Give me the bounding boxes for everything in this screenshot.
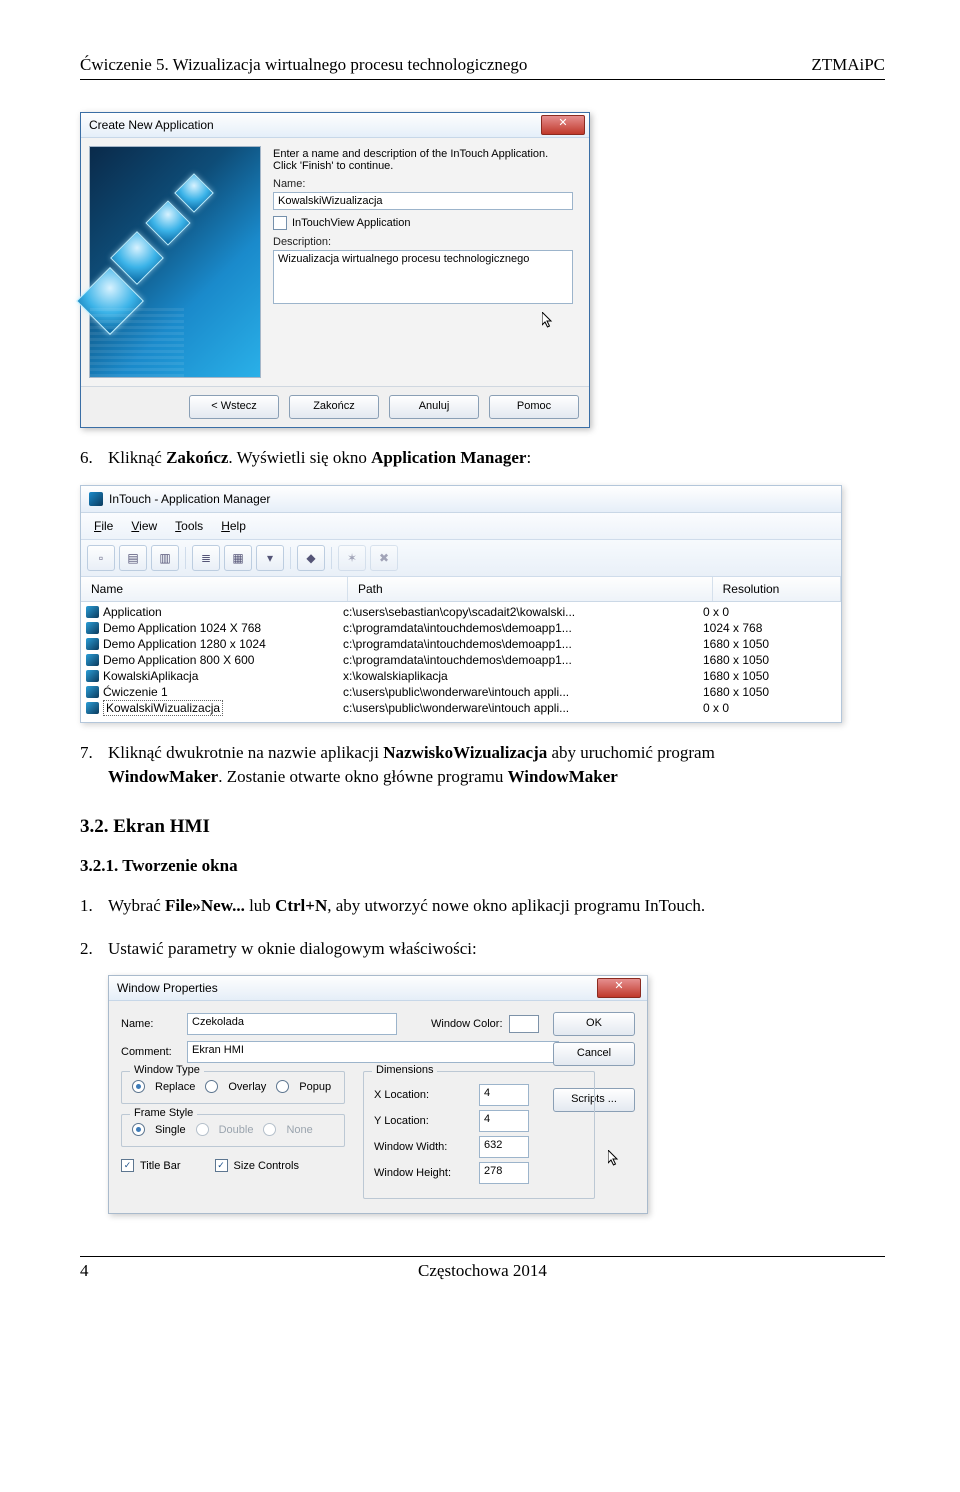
description-label: Description: <box>273 236 575 248</box>
tool-list-icon[interactable]: ≣ <box>192 545 220 571</box>
help-button[interactable]: Pomoc <box>489 395 579 419</box>
window-type-group: Window Type Replace Overlay Popup <box>121 1071 345 1104</box>
step-7: 7.Kliknąć dwukrotnie na nazwie aplikacji… <box>80 741 885 790</box>
app-icon <box>86 686 99 698</box>
app-icon <box>86 654 99 666</box>
menubar: File View Tools Help <box>81 513 841 540</box>
table-row[interactable]: Application c:\users\sebastian\copy\scad… <box>81 604 841 620</box>
radio-replace[interactable] <box>132 1080 145 1093</box>
description-input[interactable]: Wizualizacja wirtualnego procesu technol… <box>273 250 573 304</box>
step-6: 6.Kliknąć Zakończ. Wyświetli się okno Ap… <box>80 446 885 471</box>
tool-delete-icon[interactable]: ✖ <box>370 545 398 571</box>
radio-single[interactable] <box>132 1123 145 1136</box>
menu-view[interactable]: View <box>124 517 164 535</box>
tool-dropdown-icon[interactable]: ▾ <box>256 545 284 571</box>
application-manager-window: InTouch - Application Manager File View … <box>80 485 842 723</box>
dialog-title: Create New Application <box>89 118 214 132</box>
name-label: Name: <box>121 1018 181 1030</box>
ok-button[interactable]: OK <box>553 1012 635 1036</box>
tool-windowviewer-icon[interactable]: ▥ <box>151 545 179 571</box>
titlebar-label: Title Bar <box>140 1160 181 1172</box>
radio-none <box>263 1123 276 1136</box>
sizecontrols-label: Size Controls <box>234 1160 299 1172</box>
cancel-button[interactable]: Cancel <box>553 1042 635 1066</box>
table-row[interactable]: Ćwiczenie 1 c:\users\public\wonderware\i… <box>81 684 841 700</box>
col-path[interactable]: Path <box>348 577 713 601</box>
wizard-artwork <box>89 146 261 378</box>
table-row[interactable]: Demo Application 1024 X 768 c:\programda… <box>81 620 841 636</box>
menu-tools[interactable]: Tools <box>168 517 210 535</box>
step-1b: 1.Wybrać File»New... lub Ctrl+N, aby utw… <box>80 894 885 919</box>
header-left: Ćwiczenie 5. Wizualizacja wirtualnego pr… <box>80 55 527 75</box>
app-icon <box>86 670 99 682</box>
app-icon <box>86 622 99 634</box>
table-row[interactable]: KowalskiAplikacja x:\kowalskiaplikacja 1… <box>81 668 841 684</box>
window-properties-dialog: Window Properties ✕ OK Cancel Scripts ..… <box>108 975 648 1214</box>
menu-help[interactable]: Help <box>214 517 253 535</box>
step-2b: 2.Ustawić parametry w oknie dialogowym w… <box>80 937 885 962</box>
y-location-input[interactable]: 4 <box>479 1110 529 1132</box>
section-3-2: 3.2. Ekran HMI <box>80 816 885 838</box>
finish-button[interactable]: Zakończ <box>289 395 379 419</box>
radio-double <box>196 1123 209 1136</box>
tool-windowmaker-icon[interactable]: ▤ <box>119 545 147 571</box>
tool-details-icon[interactable]: ▦ <box>224 545 252 571</box>
page-number: 4 <box>80 1261 120 1281</box>
app-icon <box>86 702 99 714</box>
comment-label: Comment: <box>121 1046 181 1058</box>
table-row[interactable]: Demo Application 800 X 600 c:\programdat… <box>81 652 841 668</box>
tool-find-icon[interactable]: ✶ <box>338 545 366 571</box>
back-button[interactable]: < Wstecz <box>189 395 279 419</box>
cursor-icon <box>542 312 555 330</box>
close-button[interactable]: ✕ <box>541 115 585 135</box>
footer: 4 Częstochowa 2014 <box>80 1256 885 1281</box>
radio-overlay[interactable] <box>205 1080 218 1093</box>
name-label: Name: <box>273 178 575 190</box>
titlebar-checkbox[interactable] <box>121 1159 134 1172</box>
col-resolution[interactable]: Resolution <box>713 577 841 601</box>
comment-input[interactable]: Ekran HMI <box>187 1041 559 1063</box>
intouchview-checkbox[interactable] <box>273 216 287 230</box>
window-color-label: Window Color: <box>431 1018 503 1030</box>
tool-db-icon[interactable]: ◆ <box>297 545 325 571</box>
dimensions-group: Dimensions X Location:4 Y Location:4 Win… <box>363 1071 595 1199</box>
footer-center: Częstochowa 2014 <box>120 1261 845 1281</box>
window-height-input[interactable]: 278 <box>479 1162 529 1184</box>
column-headers: Name Path Resolution <box>81 577 841 602</box>
cursor-icon <box>608 1150 621 1168</box>
col-name[interactable]: Name <box>81 577 348 601</box>
section-3-2-1: 3.2.1. Tworzenie okna <box>80 856 885 876</box>
sizecontrols-checkbox[interactable] <box>215 1159 228 1172</box>
window-color-picker[interactable] <box>509 1015 539 1033</box>
tool-new-icon[interactable]: ▫ <box>87 545 115 571</box>
window-width-input[interactable]: 632 <box>479 1136 529 1158</box>
radio-popup[interactable] <box>276 1080 289 1093</box>
toolbar: ▫ ▤ ▥ ≣ ▦ ▾ ◆ ✶ ✖ <box>81 540 841 577</box>
table-row[interactable]: Demo Application 1280 x 1024 c:\programd… <box>81 636 841 652</box>
frame-style-group: Frame Style Single Double None <box>121 1114 345 1147</box>
intouchview-label: InTouchView Application <box>292 217 410 229</box>
name-input[interactable]: Czekolada <box>187 1013 397 1035</box>
wp-title: Window Properties <box>117 981 218 995</box>
appman-title: InTouch - Application Manager <box>109 492 270 506</box>
x-location-input[interactable]: 4 <box>479 1084 529 1106</box>
wizard-instruction-2: Click 'Finish' to continue. <box>273 160 575 172</box>
cancel-button[interactable]: Anuluj <box>389 395 479 419</box>
menu-file[interactable]: File <box>87 517 120 535</box>
close-button[interactable]: ✕ <box>597 978 641 998</box>
header-right: ZTMAiPC <box>811 55 885 75</box>
app-icon <box>86 606 99 618</box>
create-new-application-dialog: Create New Application ✕ Enter a name an… <box>80 112 590 428</box>
table-row[interactable]: KowalskiWizualizacja c:\users\public\won… <box>81 700 841 716</box>
appman-logo-icon <box>89 492 103 506</box>
app-icon <box>86 638 99 650</box>
name-input[interactable]: KowalskiWizualizacja <box>273 192 573 210</box>
wizard-instruction-1: Enter a name and description of the InTo… <box>273 148 575 160</box>
